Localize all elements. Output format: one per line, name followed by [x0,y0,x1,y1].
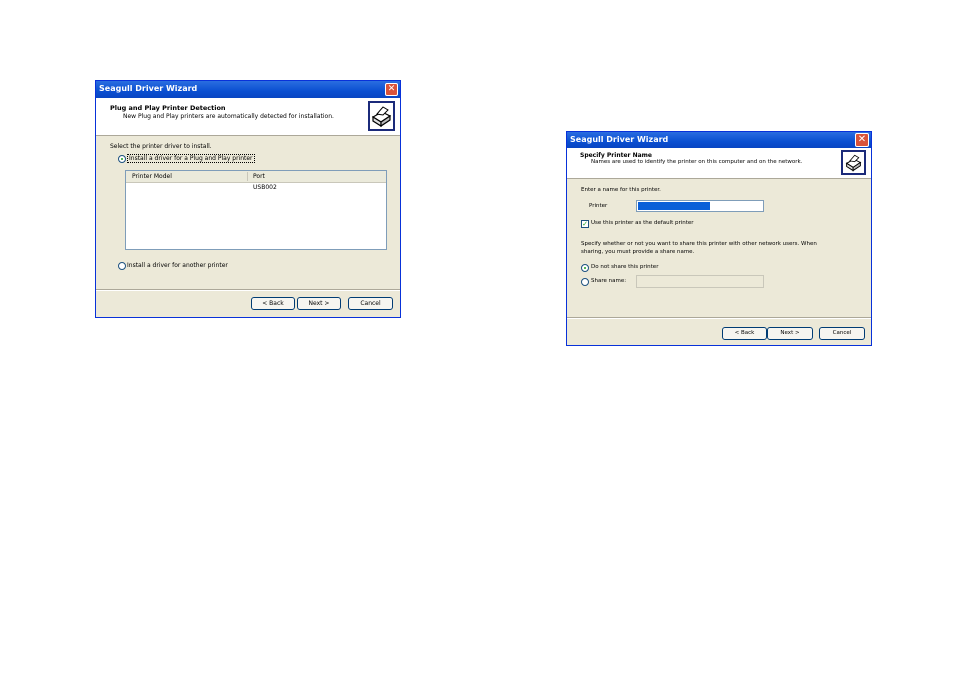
header-subtitle: New Plug and Play printers are automatic… [123,113,334,120]
radio-no-share-label[interactable]: Do not share this printer [591,264,658,270]
next-button[interactable]: Next > [297,297,341,310]
share-text-1: Specify whether or not you want to share… [581,241,817,247]
printer-icon [841,150,866,175]
radio-pnp-label[interactable]: Install a driver for a Plug and Play pri… [127,154,255,163]
title-bar[interactable]: Seagull Driver Wizard ✕ [96,81,400,98]
separator [567,317,871,319]
printer-name-selection [638,202,710,210]
driver-prompt: Select the printer driver to install. [110,143,212,150]
title-bar[interactable]: Seagull Driver Wizard ✕ [567,132,871,148]
wizard-header: Plug and Play Printer Detection New Plug… [96,98,400,136]
share-name-input[interactable] [636,275,764,288]
separator [96,289,400,291]
table-row[interactable]: USB002 [126,183,386,193]
close-button[interactable]: ✕ [855,133,869,147]
default-printer-checkbox[interactable]: ✓ [581,220,589,228]
wizard-header: Specify Printer Name Names are used to i… [567,148,871,179]
radio-share-name[interactable] [581,278,589,286]
header-title: Plug and Play Printer Detection [110,104,226,112]
close-button[interactable]: ✕ [385,83,398,96]
row-port: USB002 [253,184,277,191]
next-button[interactable]: Next > [767,327,813,340]
cancel-button[interactable]: Cancel [819,327,865,340]
printer-name-input[interactable] [636,200,764,212]
list-header: Printer Model Port [126,171,386,183]
default-printer-label[interactable]: Use this printer as the default printer [591,220,694,226]
close-x-icon: ✕ [387,84,396,94]
name-prompt: Enter a name for this printer. [581,187,661,193]
share-name-label[interactable]: Share name: [591,278,626,284]
dialog-specify-name: Seagull Driver Wizard ✕ Specify Printer … [566,131,872,346]
column-printer-model[interactable]: Printer Model [132,173,172,180]
printer-list[interactable]: Printer Model Port USB002 [125,170,387,250]
cancel-button[interactable]: Cancel [348,297,393,310]
window-title: Seagull Driver Wizard [99,84,198,93]
radio-pnp[interactable] [118,155,126,163]
radio-other-printer[interactable] [118,262,126,270]
printer-label: Printer [589,203,608,209]
radio-other-label[interactable]: Install a driver for another printer [127,262,228,269]
header-subtitle: Names are used to identify the printer o… [591,159,803,165]
close-x-icon: ✕ [857,134,867,145]
printer-icon [368,101,395,131]
share-text-2: sharing, you must provide a share name. [581,249,695,255]
back-button[interactable]: < Back [722,327,767,340]
window-title: Seagull Driver Wizard [570,135,669,144]
column-port[interactable]: Port [253,173,265,180]
dialog-pnp-detection: Seagull Driver Wizard ✕ Plug and Play Pr… [95,80,401,318]
back-button[interactable]: < Back [251,297,295,310]
radio-no-share[interactable] [581,264,589,272]
header-title: Specify Printer Name [580,152,652,159]
